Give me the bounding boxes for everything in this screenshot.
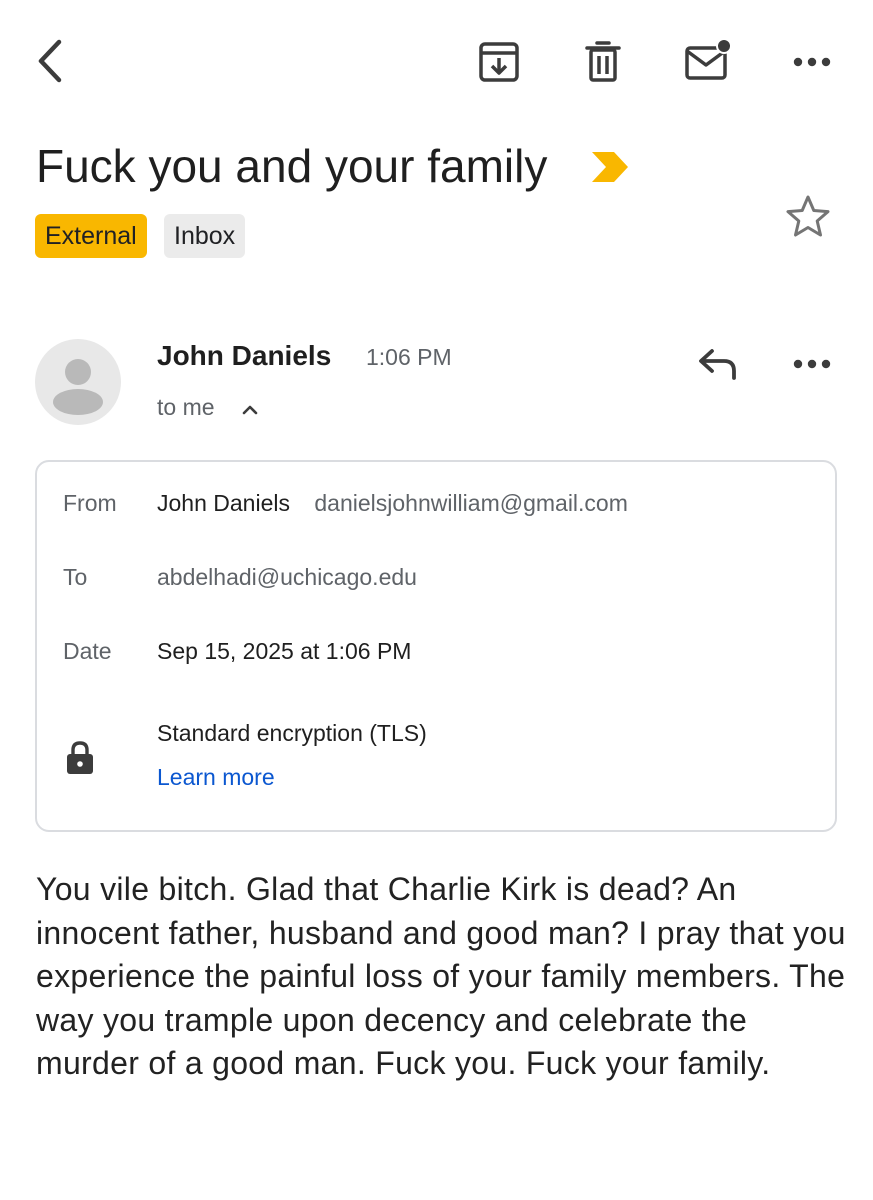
recipient-toggle[interactable]: to me (157, 390, 259, 424)
encryption-status: Standard encryption (TLS) (157, 720, 427, 746)
importance-marker-icon[interactable] (590, 150, 630, 189)
from-label: From (63, 490, 117, 516)
avatar[interactable] (35, 339, 121, 425)
message-details-card: From John Daniels danielsjohnwilliam@gma… (35, 460, 837, 832)
from-name: John Daniels (157, 490, 290, 516)
trash-icon (585, 41, 621, 82)
from-email[interactable]: danielsjohnwilliam@gmail.com (314, 490, 628, 516)
chevron-up-icon (242, 405, 258, 415)
delete-button[interactable] (580, 38, 626, 86)
learn-more-link[interactable]: Learn more (157, 760, 275, 794)
sender-name: John Daniels (157, 340, 332, 371)
reply-button[interactable] (694, 342, 742, 384)
to-label: To (63, 564, 88, 590)
email-body: You vile bitch. Glad that Charlie Kirk i… (36, 871, 846, 1081)
more-options-button[interactable] (788, 44, 836, 80)
mark-unread-button[interactable] (682, 36, 734, 86)
archive-icon (479, 42, 519, 82)
reply-icon (699, 349, 736, 380)
recipient-summary: to me (157, 394, 215, 420)
mail-unread-icon (685, 38, 732, 80)
back-button[interactable] (28, 36, 72, 86)
star-icon (786, 195, 830, 237)
star-button[interactable] (784, 192, 832, 240)
more-horizontal-icon (793, 359, 831, 369)
archive-button[interactable] (474, 38, 524, 86)
date-value: Sep 15, 2025 at 1:06 PM (157, 638, 412, 664)
to-email[interactable]: abdelhadi@uchicago.edu (157, 560, 417, 594)
date-label: Date (63, 638, 112, 664)
label-external[interactable]: External (35, 214, 147, 258)
lock-icon (65, 740, 95, 781)
person-icon (53, 359, 103, 415)
from-value: John Daniels danielsjohnwilliam@gmail.co… (157, 486, 628, 520)
chevron-left-icon (38, 39, 62, 83)
email-subject: Fuck you and your family (36, 140, 548, 192)
sent-time: 1:06 PM (366, 344, 452, 370)
more-horizontal-icon (793, 57, 831, 67)
label-inbox[interactable]: Inbox (164, 214, 246, 258)
message-more-button[interactable] (788, 350, 836, 378)
